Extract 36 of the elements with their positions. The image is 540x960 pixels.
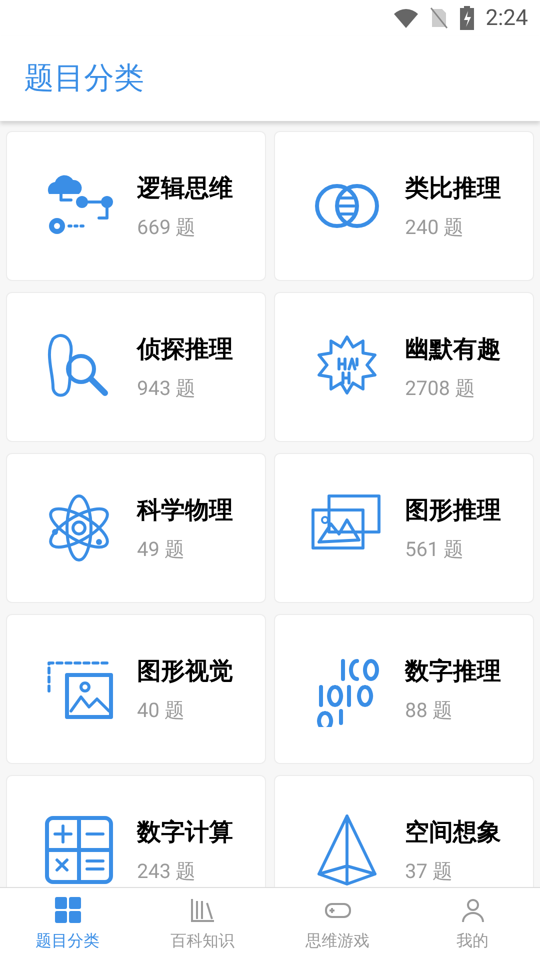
category-name: 空间想象 [405, 817, 501, 848]
category-card[interactable]: 空间想象 37 题 [274, 775, 534, 887]
question-count: 561 题 [405, 536, 465, 563]
category-name: 幽默有趣 [405, 334, 501, 365]
category-card[interactable]: 科学物理 49 题 [6, 453, 266, 603]
category-card[interactable]: 数字计算 243 题 [6, 775, 266, 887]
category-name: 侦探推理 [137, 334, 233, 365]
category-name: 类比推理 [405, 173, 501, 204]
category-card[interactable]: 数字推理 88 题 [274, 614, 534, 764]
page-title: 题目分类 [24, 60, 144, 98]
category-card[interactable]: 逻辑思维 669 题 [6, 131, 266, 281]
category-name: 图形视觉 [137, 656, 233, 687]
category-name: 数字推理 [405, 656, 501, 687]
battery-charging-icon [460, 6, 474, 30]
status-time: 2:24 [486, 4, 528, 32]
wifi-icon [394, 8, 418, 28]
category-card[interactable]: 图形推理 561 题 [274, 453, 534, 603]
category-name: 逻辑思维 [137, 173, 233, 204]
question-count: 40 题 [137, 697, 186, 724]
question-count: 669 题 [137, 214, 197, 241]
question-count: 943 题 [137, 375, 197, 402]
question-count: 243 题 [137, 858, 197, 885]
no-sim-icon [430, 7, 448, 29]
question-count: 88 题 [405, 697, 454, 724]
question-count: 2708 题 [405, 375, 476, 402]
category-card[interactable]: 侦探推理 943 题 [6, 292, 266, 442]
question-count: 37 题 [405, 858, 454, 885]
category-card[interactable]: 图形视觉 40 题 [6, 614, 266, 764]
category-name: 科学物理 [137, 495, 233, 526]
category-name: 图形推理 [405, 495, 501, 526]
grid-icon [52, 895, 82, 925]
question-count: 240 题 [405, 214, 465, 241]
category-name: 数字计算 [137, 817, 233, 848]
category-card[interactable]: 类比推理 240 题 [274, 131, 534, 281]
question-count: 49 题 [137, 536, 186, 563]
category-card[interactable]: 幽默有趣 2708 题 [274, 292, 534, 442]
